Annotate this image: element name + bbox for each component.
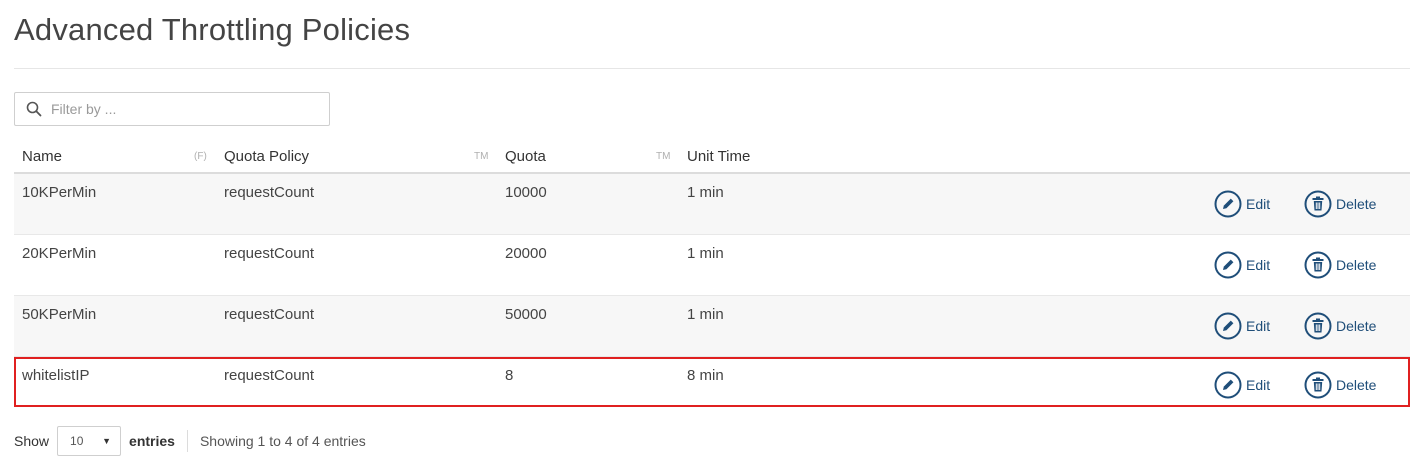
pencil-icon <box>1214 190 1242 218</box>
quota-policy: requestCount <box>224 367 315 384</box>
throttling-policies-page: Advanced Throttling Policies Name (F) Qu… <box>0 0 1424 475</box>
delete-label: Delete <box>1336 318 1377 334</box>
delete-button[interactable]: Delete <box>1304 371 1376 399</box>
quota-value: 50000 <box>505 306 547 323</box>
table-header: Name (F) Quota Policy TM Quota TM Unit T… <box>14 140 1410 174</box>
pencil-icon <box>1214 312 1242 340</box>
table-row-highlighted: whitelistIP requestCount 8 8 min Edit De… <box>14 357 1410 407</box>
delete-button[interactable]: Delete <box>1304 312 1376 340</box>
delete-label: Delete <box>1336 196 1377 212</box>
quota-value: 10000 <box>505 184 547 201</box>
edit-button[interactable]: Edit <box>1214 371 1270 399</box>
column-header-quota-policy[interactable]: Quota Policy <box>224 148 309 165</box>
edit-label: Edit <box>1246 257 1271 273</box>
policy-name: 10KPerMin <box>22 184 97 201</box>
policy-name: 50KPerMin <box>22 306 97 323</box>
caret-down-icon: ▼ <box>102 436 112 446</box>
column-sort-indicator-name[interactable]: (F) <box>194 151 207 162</box>
page-length-select[interactable]: 10 ▼ <box>57 426 122 456</box>
entries-label: entries <box>129 433 175 449</box>
quota-policy: requestCount <box>224 306 315 323</box>
page-title: Advanced Throttling Policies <box>14 12 411 47</box>
trash-icon <box>1304 251 1332 279</box>
search-icon <box>26 101 42 117</box>
unit-time: 1 min <box>687 184 724 201</box>
show-label: Show <box>14 433 50 449</box>
unit-time: 8 min <box>687 367 724 384</box>
pencil-icon <box>1214 371 1242 399</box>
page-length-value: 10 <box>70 434 84 448</box>
trash-icon <box>1304 190 1332 218</box>
column-header-unit-time[interactable]: Unit Time <box>687 148 750 165</box>
policy-name: 20KPerMin <box>22 245 97 262</box>
unit-time: 1 min <box>687 245 724 262</box>
column-header-name[interactable]: Name <box>22 148 62 165</box>
filter-input[interactable] <box>51 101 311 117</box>
unit-time: 1 min <box>687 306 724 323</box>
edit-button[interactable]: Edit <box>1214 190 1270 218</box>
column-sort-indicator-quota-policy[interactable]: TM <box>474 151 488 162</box>
table-row: 10KPerMin requestCount 10000 1 min Edit … <box>14 174 1410 235</box>
edit-label: Edit <box>1246 196 1271 212</box>
quota-value: 8 <box>505 367 514 384</box>
edit-button[interactable]: Edit <box>1214 312 1270 340</box>
table-footer: Show 10 ▼ entries Showing 1 to 4 of 4 en… <box>14 426 366 456</box>
table-info: Showing 1 to 4 of 4 entries <box>199 433 366 449</box>
delete-button[interactable]: Delete <box>1304 251 1376 279</box>
edit-label: Edit <box>1246 377 1271 393</box>
pencil-icon <box>1214 251 1242 279</box>
column-sort-indicator-quota[interactable]: TM <box>656 151 670 162</box>
edit-button[interactable]: Edit <box>1214 251 1270 279</box>
filter-box[interactable] <box>14 92 330 126</box>
edit-label: Edit <box>1246 318 1271 334</box>
table-row: 20KPerMin requestCount 20000 1 min Edit … <box>14 235 1410 296</box>
delete-label: Delete <box>1336 257 1377 273</box>
trash-icon <box>1304 371 1332 399</box>
footer-divider <box>186 430 188 452</box>
title-divider <box>14 68 1410 69</box>
policies-table: Name (F) Quota Policy TM Quota TM Unit T… <box>14 140 1410 407</box>
delete-button[interactable]: Delete <box>1304 190 1376 218</box>
quota-policy: requestCount <box>224 245 315 262</box>
delete-label: Delete <box>1336 377 1377 393</box>
table-row: 50KPerMin requestCount 50000 1 min Edit … <box>14 296 1410 357</box>
policy-name: whitelistIP <box>22 367 90 384</box>
column-header-quota[interactable]: Quota <box>505 148 546 165</box>
quota-policy: requestCount <box>224 184 315 201</box>
trash-icon <box>1304 312 1332 340</box>
quota-value: 20000 <box>505 245 547 262</box>
